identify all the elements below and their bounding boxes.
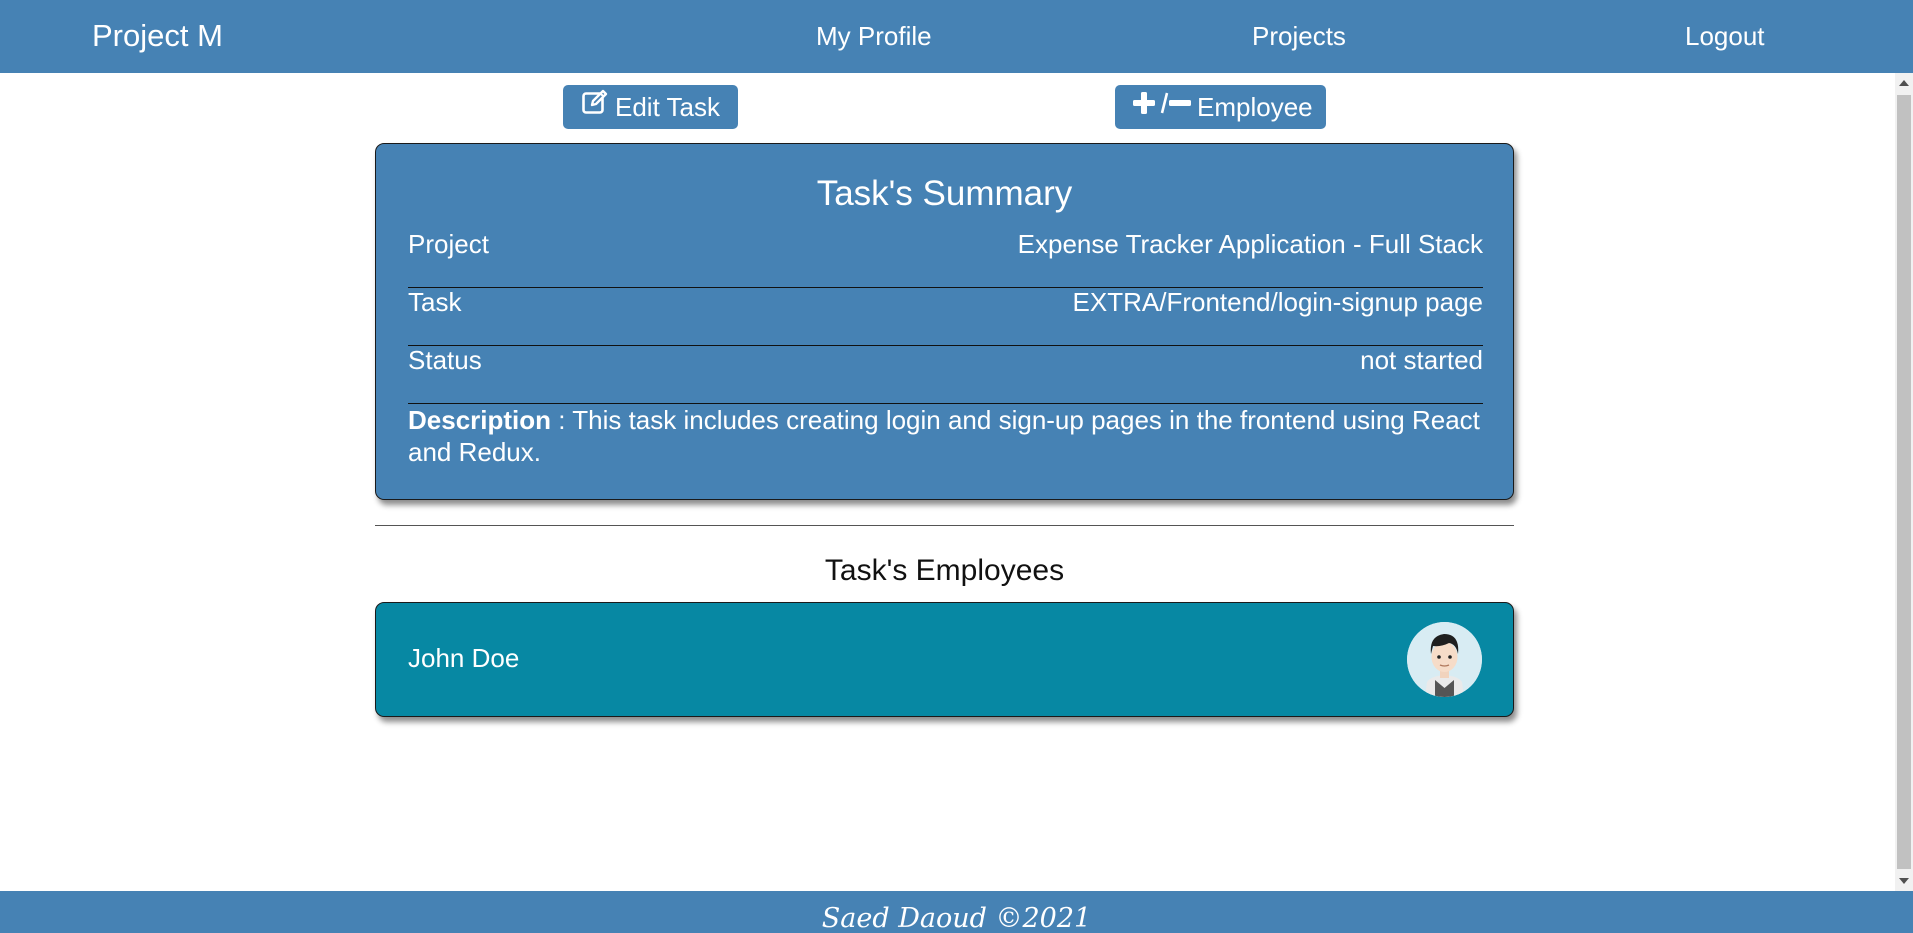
scroll-up-arrow-icon[interactable] [1899,80,1909,86]
avatar [1407,622,1482,697]
summary-row-task: Task EXTRA/Frontend/login-signup page [408,287,1483,346]
description-label: Description [408,405,552,435]
footer: Saed Daoud ©2021 [0,891,1913,933]
nav-my-profile[interactable]: My Profile [816,21,932,51]
employee-card[interactable]: John Doe [375,602,1514,717]
scrollbar-thumb[interactable] [1897,95,1911,869]
employee-name: John Doe [408,643,520,673]
brand-logo[interactable]: Project M [92,18,223,54]
edit-task-button[interactable]: Edit Task [563,85,738,129]
task-summary-card: Task's Summary Project Expense Tracker A… [375,143,1514,500]
summary-row-value: EXTRA/Frontend/login-signup page [1072,287,1483,317]
employees-section-title: Task's Employees [824,554,1065,587]
nav-logout[interactable]: Logout [1685,21,1765,51]
edit-icon [581,85,609,129]
description-text: : This task includes creating login and … [408,405,1480,467]
employee-label: Employee [1197,92,1313,122]
section-divider [375,525,1514,526]
summary-row-value: Expense Tracker Application - Full Stack [1017,229,1483,259]
summary-row-label: Task [408,287,462,317]
task-description: Description : This task includes creatin… [408,404,1483,468]
edit-task-label: Edit Task [615,92,721,122]
vertical-scrollbar[interactable] [1895,73,1913,891]
summary-row-project: Project Expense Tracker Application - Fu… [408,229,1483,288]
nav-projects[interactable]: Projects [1252,21,1346,51]
summary-row-label: Status [408,345,482,375]
plus-minus-icon [1133,85,1191,129]
add-remove-employee-button[interactable]: Employee [1115,85,1326,129]
summary-row-value: not started [1360,345,1483,375]
summary-row-status: Status not started [408,345,1483,404]
top-navbar: Project M My Profile Projects Logout [0,0,1913,73]
summary-title: Task's Summary [816,174,1073,213]
summary-row-label: Project [408,229,489,259]
scroll-down-arrow-icon[interactable] [1899,878,1909,884]
